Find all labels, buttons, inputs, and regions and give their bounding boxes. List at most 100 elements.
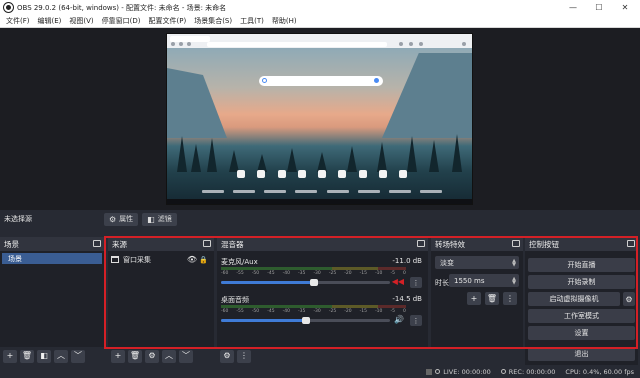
- move-source-down-button[interactable]: ﹀: [179, 349, 193, 363]
- cpu-status: CPU: 0.4%, 60.00 fps: [565, 367, 634, 376]
- captured-toolbar-icon: [399, 42, 403, 46]
- source-item[interactable]: 窗口采集 👁 🔒: [111, 254, 211, 265]
- undock-icon[interactable]: [512, 240, 520, 247]
- channel-menu-button[interactable]: ⋮: [410, 315, 422, 326]
- filters-button[interactable]: ◧ 滤镜: [142, 212, 177, 226]
- captured-wallpaper: [167, 48, 472, 204]
- window-title: OBS 29.0.2 (64-bit, windows) - 配置文件: 未命名…: [17, 3, 227, 12]
- menu-profile[interactable]: 配置文件(P): [145, 16, 191, 26]
- captured-links: [202, 190, 442, 196]
- rec-status: REC: 00:00:00: [500, 367, 556, 376]
- more-vertical-icon: ⋮: [412, 278, 420, 287]
- captured-search-icon: [262, 78, 267, 83]
- duration-spinbox[interactable]: 1550 ms ▲ ▼: [449, 274, 519, 287]
- undock-icon[interactable]: [627, 240, 635, 247]
- advanced-audio-button[interactable]: ⚙: [220, 349, 234, 363]
- trash-icon: 🗑: [486, 293, 498, 303]
- volume-slider-handle[interactable]: [309, 279, 318, 286]
- preview-canvas[interactable]: [166, 33, 473, 205]
- move-scene-down-button[interactable]: ﹀: [71, 349, 85, 363]
- gear-icon: ⚙: [625, 294, 633, 304]
- captured-taskbar: [167, 199, 472, 204]
- menu-docks[interactable]: 停靠窗口(D): [98, 16, 145, 26]
- scale-label: -55: [236, 309, 244, 314]
- menu-edit[interactable]: 编辑(E): [34, 16, 66, 26]
- remove-source-button[interactable]: 🗑: [128, 349, 142, 363]
- undock-icon[interactable]: [93, 240, 101, 247]
- menu-scene-collection[interactable]: 场景集合(S): [190, 16, 236, 26]
- transition-menu-button[interactable]: ⋮: [503, 292, 517, 305]
- start-streaming-button[interactable]: 开始直播: [528, 258, 635, 272]
- no-source-selected-label: 未选择源: [4, 215, 32, 223]
- add-scene-button[interactable]: +: [3, 349, 17, 363]
- tree-line: [167, 132, 472, 172]
- updown-arrows-icon: ▲ ▼: [512, 257, 516, 268]
- undock-icon[interactable]: [417, 240, 425, 247]
- exit-button[interactable]: 退出: [528, 347, 635, 361]
- menu-tools[interactable]: 工具(T): [236, 16, 268, 26]
- menu-help[interactable]: 帮助(H): [268, 16, 301, 26]
- transitions-header: 转场特效: [431, 237, 523, 251]
- eye-icon[interactable]: 👁: [187, 255, 197, 264]
- controls-title: 控制按钮: [529, 239, 559, 249]
- speaker-icon[interactable]: 🔊: [394, 315, 404, 324]
- sources-title: 来源: [112, 239, 127, 249]
- chevron-up-icon: ︿: [165, 351, 173, 360]
- source-properties-button[interactable]: ⚙: [145, 349, 159, 363]
- scene-filters-button[interactable]: ◧: [37, 349, 51, 363]
- add-transition-button[interactable]: +: [467, 292, 481, 305]
- mountain-shape: [167, 68, 227, 138]
- volume-slider[interactable]: [221, 317, 390, 324]
- virtual-camera-settings-button[interactable]: ⚙: [623, 292, 635, 306]
- remove-scene-button[interactable]: 🗑: [20, 349, 34, 363]
- channel-name: 麦克风/Aux: [221, 258, 258, 266]
- rec-time: REC: 00:00:00: [508, 367, 556, 376]
- more-vertical-icon: ⋮: [412, 316, 420, 325]
- menu-bar: 文件(F) 编辑(E) 视图(V) 停靠窗口(D) 配置文件(P) 场景集合(S…: [0, 15, 640, 28]
- maximize-button[interactable]: ☐: [586, 0, 612, 15]
- menu-file[interactable]: 文件(F): [2, 16, 34, 26]
- scale-label: -25: [328, 309, 337, 314]
- close-button[interactable]: ✕: [612, 0, 638, 15]
- minimize-button[interactable]: —: [560, 0, 586, 15]
- undock-icon[interactable]: [203, 240, 211, 247]
- start-virtual-camera-button[interactable]: 启动虚拟摄像机: [528, 292, 620, 306]
- status-bar: LIVE: 00:00:00 REC: 00:00:00 CPU: 0.4%, …: [0, 365, 640, 378]
- scale-label: -35: [298, 271, 306, 276]
- mixer-title: 混音器: [221, 239, 244, 249]
- channel-menu-button[interactable]: ⋮: [410, 277, 422, 288]
- scale-label: -55: [236, 271, 244, 276]
- studio-mode-button[interactable]: 工作室模式: [528, 309, 635, 323]
- captured-toolbar-icon: [462, 42, 466, 46]
- scale-label: -50: [251, 309, 260, 314]
- sources-toolbar: + 🗑 ⚙ ︿ ﹀: [108, 347, 214, 365]
- scale-label: -30: [313, 309, 321, 314]
- live-status: LIVE: 00:00:00: [426, 368, 491, 376]
- audio-meter: [221, 305, 406, 308]
- captured-toolbar-icon: [409, 42, 413, 46]
- scale-label: -30: [313, 271, 321, 276]
- move-scene-up-button[interactable]: ︿: [54, 349, 68, 363]
- chevron-down-icon: ﹀: [74, 351, 82, 360]
- preview-area[interactable]: [0, 28, 640, 210]
- settings-button[interactable]: 设置: [528, 326, 635, 340]
- scale-label: -40: [282, 309, 290, 314]
- scale-label: -15: [359, 271, 368, 276]
- transition-selected: 淡变: [440, 258, 454, 267]
- start-recording-button[interactable]: 开始录制: [528, 275, 635, 289]
- muted-speaker-icon[interactable]: ◀◀: [392, 277, 404, 286]
- gear-icon: ⚙: [148, 351, 156, 360]
- volume-slider-handle[interactable]: [301, 317, 310, 324]
- lock-icon[interactable]: 🔒: [199, 256, 208, 264]
- transition-select[interactable]: 淡变 ▲ ▼: [435, 256, 519, 269]
- volume-slider[interactable]: [221, 279, 390, 286]
- properties-button[interactable]: ⚙ 属性: [104, 212, 139, 226]
- scene-item[interactable]: 场景: [2, 253, 102, 264]
- add-source-button[interactable]: +: [111, 349, 125, 363]
- remove-transition-button[interactable]: 🗑: [485, 292, 499, 305]
- move-source-up-button[interactable]: ︿: [162, 349, 176, 363]
- sources-list: 窗口采集 👁 🔒: [108, 251, 214, 347]
- mixer-menu-button[interactable]: ⋮: [237, 349, 251, 363]
- menu-view[interactable]: 视图(V): [65, 16, 97, 26]
- controls-header: 控制按钮: [525, 237, 638, 251]
